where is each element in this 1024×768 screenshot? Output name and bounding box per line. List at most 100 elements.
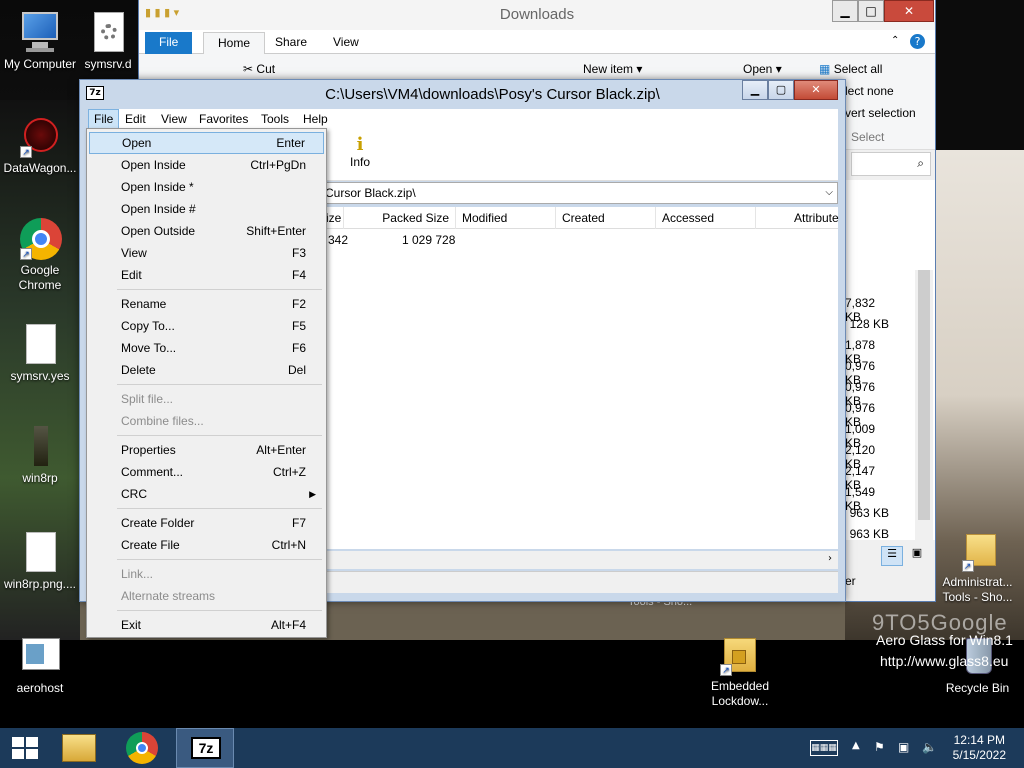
system-clock[interactable]: 12:14 PM 5/15/2022 <box>953 733 1006 763</box>
desktop-icon-win8rp[interactable]: win8rp <box>0 424 80 486</box>
new-item-button[interactable]: New item ▾ <box>583 62 642 76</box>
menu-item-label: Link... <box>121 567 154 581</box>
taskbar: 7z ▦▦▦ ▲ ⚑ ▣ 🔈 12:14 PM 5/15/2022 <box>0 728 1024 768</box>
sevenzip-close-button[interactable]: ✕ <box>794 80 838 100</box>
details-view-icon[interactable]: ☰ <box>881 546 903 566</box>
keyboard-icon[interactable]: ▦▦▦ <box>810 740 838 756</box>
menu-item-rename[interactable]: Rename F2 <box>89 293 324 315</box>
scissors-icon: ✂ <box>243 62 254 76</box>
menu-edit[interactable]: Edit <box>120 109 151 129</box>
sevenzip-titlebar[interactable]: 7z C:\Users\VM4\downloads\Posy's Cursor … <box>80 80 845 108</box>
menu-help[interactable]: Help <box>298 109 333 129</box>
desktop-icon-aerohost[interactable]: aerohost <box>0 634 80 696</box>
sevenzip-icon: 7z <box>191 737 221 759</box>
start-button[interactable] <box>0 728 50 768</box>
address-bar[interactable]: Cursor Black.zip\ ⌵ <box>320 182 838 204</box>
help-icon[interactable]: ? <box>910 34 925 49</box>
chevron-down-icon[interactable]: ⌵ <box>825 183 833 203</box>
menu-item-edit[interactable]: Edit F4 <box>89 264 324 286</box>
desktop-icon-symsrv-yes[interactable]: symsrv.yes <box>0 322 80 384</box>
submenu-arrow-icon: ▶ <box>309 489 316 499</box>
explorer-close-button[interactable]: ✕ <box>884 0 934 22</box>
sevenzip-maximize-button[interactable]: ▢ <box>768 80 794 100</box>
menu-item-open-inside[interactable]: Open Inside Ctrl+PgDn <box>89 154 324 176</box>
menu-item-copy-to[interactable]: Copy To... F5 <box>89 315 324 337</box>
column-attributes[interactable]: Attribute <box>788 207 839 229</box>
sevenzip-menubar: File Edit View Favorites Tools Help <box>88 109 838 129</box>
menu-item-move-to[interactable]: Move To... F6 <box>89 337 324 359</box>
desktop-icon-datawagon[interactable]: ↗ DataWagon... <box>0 114 80 176</box>
chrome-icon: ↗ <box>18 216 62 260</box>
explorer-minimize-button[interactable]: ▁ <box>832 0 858 22</box>
tab-share[interactable]: Share <box>261 32 321 54</box>
network-icon[interactable]: ▣ <box>898 740 909 754</box>
desktop-icon-symsrv-dll[interactable]: symsrv.d <box>78 10 138 72</box>
menu-view[interactable]: View <box>156 109 192 129</box>
menu-item-create-folder[interactable]: Create Folder F7 <box>89 512 324 534</box>
menu-item-label: Rename <box>121 297 167 311</box>
menu-item-open-inside-star[interactable]: Open Inside * <box>89 176 324 198</box>
column-created[interactable]: Created <box>556 207 656 229</box>
column-packed-size[interactable]: Packed Size <box>344 207 456 229</box>
invert-selection-button[interactable]: vert selection <box>845 106 916 120</box>
row-packed-size: 1 029 728 <box>402 233 456 247</box>
menu-item-label: Move To... <box>121 341 177 355</box>
menu-item-comment[interactable]: Comment... Ctrl+Z <box>89 461 324 483</box>
desktop-icon-admin-tools[interactable]: ↗ Administrat... Tools - Sho... <box>935 528 1020 605</box>
desktop-icon-google-chrome[interactable]: ↗ Google Chrome <box>0 216 80 293</box>
explorer-maximize-button[interactable]: □ <box>858 0 884 22</box>
search-input[interactable]: ⌕ <box>851 152 931 176</box>
menu-item-delete[interactable]: Delete Del <box>89 359 324 381</box>
tab-view[interactable]: View <box>319 32 373 54</box>
select-none-button[interactable]: lect none <box>845 84 894 98</box>
menu-item-open-inside-hash[interactable]: Open Inside # <box>89 198 324 220</box>
menu-file[interactable]: File <box>88 109 120 129</box>
menu-item-shortcut: F2 <box>291 297 306 311</box>
menu-item-view[interactable]: View F3 <box>89 242 324 264</box>
explorer-scrollbar[interactable] <box>915 270 933 540</box>
menu-item-exit[interactable]: Exit Alt+F4 <box>89 614 324 636</box>
menu-item-open-outside[interactable]: Open Outside Shift+Enter <box>89 220 324 242</box>
menu-item-crc[interactable]: CRC ▶ <box>89 483 324 505</box>
file-size: 128 KB <box>849 317 889 331</box>
menu-separator <box>117 610 322 611</box>
scroll-right-icon[interactable]: › <box>828 553 832 564</box>
menu-item-shortcut: Enter <box>276 136 305 150</box>
show-hidden-icons-icon[interactable]: ▲ <box>852 740 860 751</box>
tab-file[interactable]: File <box>145 32 193 54</box>
desktop-icon-win8rp-png[interactable]: win8rp.png.... <box>0 530 80 592</box>
aero-glass-url: http://www.glass8.eu <box>880 653 1009 669</box>
collapse-ribbon-icon[interactable]: ⌃ <box>891 35 899 46</box>
volume-muted-icon[interactable]: 🔈 <box>922 740 937 754</box>
menu-item-label: Combine files... <box>121 414 204 428</box>
sevenzip-logo-icon: 7z <box>86 86 104 100</box>
desktop-icon-embedded-lockdown[interactable]: ↗ Embedded Lockdow... <box>700 632 780 709</box>
menu-item-label: Exit <box>121 618 142 632</box>
taskbar-7zip[interactable]: 7z <box>176 728 234 768</box>
select-all-button[interactable]: ▦ Select all <box>819 62 882 76</box>
taskbar-chrome[interactable] <box>116 728 168 768</box>
menu-item-label: Open Inside # <box>121 202 196 216</box>
explorer-titlebar[interactable]: ▮ ▮ ▮ ▾ Downloads ▁ □ ✕ <box>139 0 935 30</box>
menu-tools[interactable]: Tools <box>256 109 294 129</box>
menu-item-open[interactable]: Open Enter <box>89 132 324 154</box>
desktop-icon-my-computer[interactable]: My Computer <box>0 10 80 72</box>
new-item-label: New item <box>583 62 634 76</box>
scrollbar-thumb[interactable] <box>918 270 930 520</box>
cut-button[interactable]: ✂ Cut <box>243 62 275 76</box>
menu-item-properties[interactable]: Properties Alt+Enter <box>89 439 324 461</box>
taskbar-file-explorer[interactable] <box>54 728 104 768</box>
column-modified[interactable]: Modified <box>456 207 556 229</box>
open-button[interactable]: Open ▾ <box>743 62 782 76</box>
menu-item-shortcut: F4 <box>291 268 306 282</box>
tiles-view-icon[interactable]: ▣ <box>907 546 927 566</box>
menu-favorites[interactable]: Favorites <box>194 109 253 129</box>
tab-home[interactable]: Home <box>203 32 266 54</box>
info-button[interactable]: i Info <box>340 135 380 170</box>
action-center-icon[interactable]: ⚑ <box>874 740 885 754</box>
sevenzip-minimize-button[interactable]: ▁ <box>742 80 768 100</box>
explorer-status: er <box>845 574 856 588</box>
column-accessed[interactable]: Accessed <box>656 207 756 229</box>
menu-item-create-file[interactable]: Create File Ctrl+N <box>89 534 324 556</box>
menu-item-shortcut: Shift+Enter <box>246 224 306 238</box>
